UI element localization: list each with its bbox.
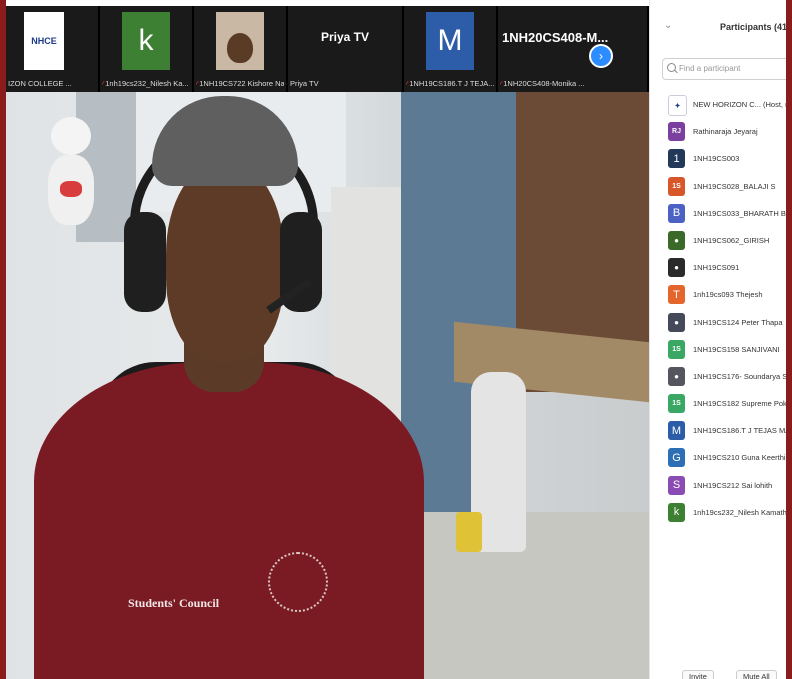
thumbnail-caption: ⁄ 1NH19CS186.T J TEJA... (406, 79, 494, 88)
thumbnail-caption: Priya TV (290, 79, 319, 88)
thumbnail-host[interactable]: NHCE IZON COLLEGE ... (6, 6, 100, 92)
thumbnail-participant[interactable]: Priya TV Priya TV (288, 6, 404, 92)
search-icon (667, 63, 676, 72)
thumbnail-participant[interactable]: ⁄ 1NH19CS722 Kishore Nat... (194, 6, 288, 92)
thumbnail-caption: IZON COLLEGE ... (8, 79, 72, 88)
participant-name: 1NH19CS028_BALAJI S (693, 181, 776, 191)
panel-header: ⌄ Participants (41) (650, 14, 786, 42)
participant-row[interactable]: G 1NH19CS210 Guna Keerthi (650, 445, 786, 472)
panel-footer: Invite Mute All (650, 666, 786, 679)
chevron-down-icon[interactable]: ⌄ (664, 20, 672, 31)
participant-name: 1nh19cs093 Thejesh (693, 290, 763, 300)
avatar: 1S (668, 339, 685, 359)
participant-row[interactable]: B 1NH19CS033_BHARATH B.S (650, 201, 786, 228)
muted-mic-icon: ⁄ (500, 79, 502, 88)
participant-name: 1NH19CS176- Soundarya S N (693, 371, 786, 381)
avatar: k (122, 12, 170, 70)
participant-row[interactable]: S 1NH19CS212 Sai lohith (650, 473, 786, 500)
participant-row[interactable]: 1S 1NH19CS028_BALAJI S (650, 174, 786, 201)
t-shirt (34, 362, 424, 679)
video-thumbnail-strip: NHCE IZON COLLEGE ... k ⁄ 1nh19cs232_Nile… (6, 6, 649, 92)
headphones-left (124, 212, 166, 312)
participant-row[interactable]: 1S 1NH19CS182 Supreme Pokh (650, 391, 786, 418)
participant-name: 1NH19CS091 (693, 263, 740, 273)
face (166, 162, 284, 362)
avatar: T (668, 285, 685, 305)
avatar: 1S (668, 394, 685, 414)
avatar: RJ (668, 122, 685, 142)
participant-name: NEW HORIZON C... (Host, me) (693, 100, 786, 109)
college-logo-icon: ✦ (668, 95, 687, 116)
thumbnail-name: 1NH20CS408-M... (502, 30, 609, 45)
person-photo-icon: ● (668, 366, 685, 386)
participant-row[interactable]: ● 1NH19CS176- Soundarya S N (650, 364, 786, 391)
participant-row[interactable]: M 1NH19CS186.T J TEJAS MAL (650, 418, 786, 445)
avatar: G (668, 448, 685, 468)
participants-title: Participants (41) (720, 22, 786, 32)
participant-name: 1NH19CS158 SANJIVANI (693, 344, 780, 354)
muted-mic-icon: ⁄ (102, 79, 104, 88)
thumbnail-participant[interactable]: k ⁄ 1nh19cs232_Nilesh Ka... (100, 6, 194, 92)
avatar: 1S (668, 176, 685, 196)
person-photo-icon: ● (668, 230, 685, 250)
participant-row[interactable]: ● 1NH19CS124 Peter Thapa (650, 310, 786, 337)
thumbnail-name: Priya TV (320, 30, 370, 44)
shirt-emblem (268, 552, 328, 612)
zoom-meeting-window: NHCE IZON COLLEGE ... k ⁄ 1nh19cs232_Nile… (6, 0, 786, 679)
thumbnail-participant[interactable]: M ⁄ 1NH19CS186.T J TEJA... (404, 6, 498, 92)
shirt-text: Students' Council (128, 596, 220, 610)
avatar: k (668, 502, 685, 522)
participant-row[interactable]: T 1nh19cs093 Thejesh (650, 282, 786, 309)
invite-button[interactable]: Invite (682, 670, 714, 679)
participant-name: 1NH19CS003 (693, 154, 740, 164)
participant-name: 1NH19CS033_BHARATH B.S (693, 208, 786, 218)
participant-name: Rathinaraja Jeyaraj (693, 127, 758, 137)
participant-photo (216, 12, 264, 70)
participant-name: 1NH19CS186.T J TEJAS MAL (693, 426, 786, 436)
avatar: 1 (668, 149, 685, 169)
search-input[interactable]: Find a participant (662, 58, 786, 80)
thumbnail-caption: ⁄ 1NH20CS408-Monika ... (500, 79, 585, 88)
participant-row[interactable]: RJ Rathinaraja Jeyaraj (650, 119, 786, 146)
active-speaker-video: Students' Council (6, 92, 649, 679)
participants-panel: ⌄ Participants (41) Find a participant ✦… (649, 0, 786, 679)
participant-name: 1NH19CS212 Sai lohith (693, 480, 773, 490)
thumbnail-caption: ⁄ 1nh19cs232_Nilesh Ka... (102, 79, 189, 88)
participant-row[interactable]: ● 1NH19CS062_GIRISH (650, 228, 786, 255)
speaker: Students' Council (6, 92, 649, 679)
participant-row[interactable]: ● 1NH19CS091 (650, 255, 786, 282)
avatar: S (668, 475, 685, 495)
participant-name: 1nh19cs232_Nilesh Kamath (693, 507, 786, 517)
participant-name: 1NH19CS182 Supreme Pokh (693, 399, 786, 409)
muted-mic-icon: ⁄ (406, 79, 408, 88)
participant-row[interactable]: ✦ NEW HORIZON C... (Host, me) (650, 92, 786, 119)
avatar: B (668, 203, 685, 223)
participant-name: 1NH19CS062_GIRISH (693, 235, 770, 245)
mute-all-button[interactable]: Mute All (736, 670, 777, 679)
thumbnail-caption: ⁄ 1NH19CS722 Kishore Nat... (196, 79, 284, 88)
participant-name: 1NH19CS124 Peter Thapa (693, 317, 783, 327)
next-page-arrow-icon[interactable]: › (589, 44, 613, 68)
participant-row[interactable]: 1S 1NH19CS158 SANJIVANI (650, 337, 786, 364)
cap (152, 96, 298, 186)
muted-mic-icon: ⁄ (196, 79, 198, 88)
participant-row[interactable]: 1 1NH19CS003 (650, 146, 786, 173)
thumbnail-participant[interactable]: 1NH20CS408-M... ⁄ 1NH20CS408-Monika ... (498, 6, 649, 92)
college-logo-icon: NHCE (24, 12, 64, 70)
participants-list: ✦ NEW HORIZON C... (Host, me) RJ Rathinaraj… (650, 92, 786, 527)
participant-row[interactable]: k 1nh19cs232_Nilesh Kamath (650, 500, 786, 527)
person-photo-icon: ● (668, 258, 685, 278)
person-photo-icon: ● (668, 312, 685, 332)
avatar: M (668, 421, 685, 441)
participant-name: 1NH19CS210 Guna Keerthi (693, 453, 786, 463)
avatar: M (426, 12, 474, 70)
